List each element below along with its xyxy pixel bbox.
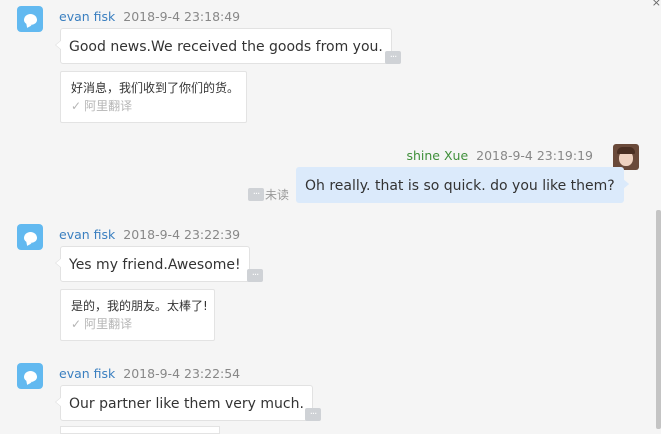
- translation-text: 好消息，我们收到了你们的货。: [71, 81, 240, 95]
- hair-shape: [617, 147, 635, 154]
- sender-name[interactable]: evan fisk: [59, 9, 115, 24]
- translation-source-label: 阿里翻译: [84, 99, 133, 113]
- sender-name[interactable]: evan fisk: [59, 366, 115, 381]
- message-bubble[interactable]: Yes my friend.Awesome!: [55, 246, 250, 282]
- translation-source-label: 阿里翻译: [84, 317, 133, 331]
- message-header: evan fisk 2018-9-4 23:18:49: [59, 9, 240, 24]
- sender-name[interactable]: shine Xue: [406, 148, 468, 163]
- message-time: 2018-9-4 23:22:39: [123, 227, 241, 242]
- translation-box: 好消息，我们收到了你们的货。 ✓ 阿里翻译: [60, 71, 247, 123]
- message-bubble[interactable]: Good news.We received the goods from you…: [55, 28, 392, 64]
- sender-name[interactable]: evan fisk: [59, 227, 115, 242]
- message-time: 2018-9-4 23:18:49: [123, 9, 241, 24]
- message-time: 2018-9-4 23:19:19: [476, 148, 593, 163]
- close-icon[interactable]: ×: [652, 0, 661, 9]
- translation-source: ✓ 阿里翻译: [71, 98, 236, 114]
- check-icon: ✓: [71, 99, 82, 113]
- message-header: shine Xue 2018-9-4 23:19:19: [406, 148, 593, 163]
- sender-avatar[interactable]: [17, 363, 43, 389]
- message-time: 2018-9-4 23:22:54: [123, 366, 241, 381]
- sender-avatar[interactable]: [17, 6, 43, 32]
- more-options-icon[interactable]: ...: [248, 187, 264, 201]
- chat-bubble-icon: [23, 13, 37, 25]
- sender-avatar[interactable]: [17, 224, 43, 250]
- translation-text: 是的，我的朋友。太棒了!: [71, 299, 208, 313]
- translation-box: [60, 426, 220, 434]
- scrollbar[interactable]: [656, 210, 661, 429]
- more-options-icon[interactable]: ...: [247, 268, 263, 282]
- more-options-icon[interactable]: ...: [385, 50, 401, 64]
- read-status: 未读: [265, 188, 290, 202]
- check-icon: ✓: [71, 317, 82, 331]
- message-header: evan fisk 2018-9-4 23:22:39: [59, 227, 240, 242]
- chat-bubble-icon: [23, 370, 37, 382]
- chat-bubble-icon: [23, 231, 37, 243]
- message-header: evan fisk 2018-9-4 23:22:54: [59, 366, 240, 381]
- translation-box: 是的，我的朋友。太棒了! ✓ 阿里翻译: [60, 289, 215, 341]
- translation-source: ✓ 阿里翻译: [71, 316, 204, 332]
- message-bubble[interactable]: Our partner like them very much.: [55, 385, 313, 421]
- more-options-icon[interactable]: ...: [305, 407, 321, 421]
- message-bubble[interactable]: Oh really. that is so quick. do you like…: [296, 167, 629, 203]
